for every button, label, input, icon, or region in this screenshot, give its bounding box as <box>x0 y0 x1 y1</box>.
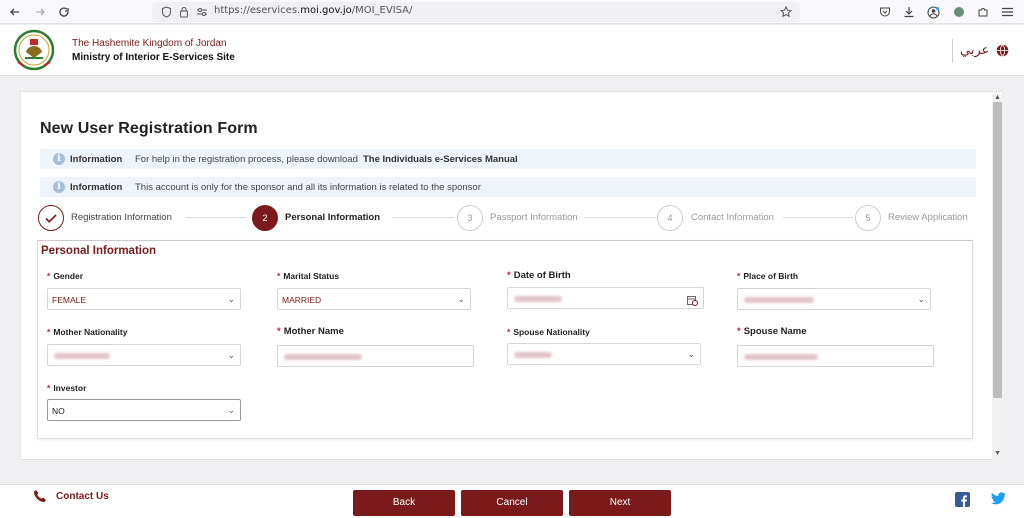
divider <box>952 39 953 63</box>
account-icon[interactable] <box>925 4 941 20</box>
browser-toolbar: https://eservices.moi.gov.jo/MOI_EVISA/ <box>0 0 1024 24</box>
step-label[interactable]: Passport Information <box>490 212 578 223</box>
marital-status-select[interactable]: MARRIED ⌄ <box>277 288 471 310</box>
site-header: The Hashemite Kingdom of Jordan Ministry… <box>0 25 1024 76</box>
chevron-down-icon: ⌄ <box>687 349 695 359</box>
info-label: Information <box>70 182 123 193</box>
marital-status-label: * Marital Status <box>277 271 340 281</box>
pocket-icon[interactable] <box>877 4 893 20</box>
redacted-value <box>514 296 562 302</box>
spouse-name-input[interactable] <box>737 345 934 367</box>
step-label[interactable]: Review Application <box>888 212 968 223</box>
info-icon: i <box>53 153 65 165</box>
place-of-birth-label: * Place of Birth <box>737 271 799 281</box>
lock-icon[interactable] <box>176 4 192 20</box>
scroll-down-icon[interactable]: ▼ <box>993 450 1002 458</box>
url-bar[interactable]: https://eservices.moi.gov.jo/MOI_EVISA/ <box>152 2 800 22</box>
page-title: New User Registration Form <box>40 120 258 137</box>
step-connector <box>783 217 853 218</box>
spouse-nationality-label: * Spouse Nationality <box>507 327 590 337</box>
info-text: This account is only for the sponsor and… <box>135 182 481 193</box>
manual-download-link[interactable]: The Individuals e-Services Manual <box>363 154 518 165</box>
investor-select[interactable]: NO ⌄ <box>47 399 241 421</box>
step-connector <box>584 217 656 218</box>
marital-status-value: MARRIED <box>282 295 322 305</box>
place-of-birth-select[interactable]: ⌄ <box>737 288 931 310</box>
phone-icon[interactable] <box>33 489 47 503</box>
cancel-button[interactable]: Cancel <box>461 490 563 516</box>
step-connector <box>186 217 246 218</box>
chevron-down-icon: ⌄ <box>917 294 925 304</box>
shield-icon[interactable] <box>158 4 174 20</box>
chevron-down-icon: ⌄ <box>227 294 235 304</box>
ministry-title: Ministry of Interior E-Services Site <box>72 52 235 63</box>
redacted-value <box>744 297 814 303</box>
gender-value: FEMALE <box>52 295 87 305</box>
twitter-icon[interactable] <box>991 492 1006 507</box>
jordan-emblem-icon <box>11 28 57 72</box>
back-button[interactable]: Back <box>353 490 455 516</box>
gender-label: * Gender <box>47 271 84 281</box>
info-text: For help in the registration process, pl… <box>135 154 358 165</box>
chevron-down-icon: ⌄ <box>457 294 465 304</box>
redacted-value <box>744 354 818 360</box>
step-label[interactable]: Contact Information <box>691 212 774 223</box>
step-5-number[interactable]: 5 <box>855 205 881 231</box>
step-4-number[interactable]: 4 <box>657 205 683 231</box>
redacted-value <box>284 354 362 360</box>
step-label[interactable]: Personal Information <box>285 212 380 223</box>
globe-icon[interactable] <box>996 44 1009 57</box>
spouse-nationality-select[interactable]: ⌄ <box>507 343 701 365</box>
mother-nationality-select[interactable]: ⌄ <box>47 344 241 366</box>
redacted-value <box>54 353 110 359</box>
step-1-check[interactable] <box>38 205 64 231</box>
calendar-icon[interactable] <box>687 293 698 306</box>
investor-label: * Investor <box>47 383 87 393</box>
next-button[interactable]: Next <box>569 490 671 516</box>
kingdom-title: The Hashemite Kingdom of Jordan <box>72 38 227 49</box>
scrollbar-thumb[interactable] <box>993 102 1002 398</box>
extensions-icon[interactable] <box>975 4 991 20</box>
step-connector <box>392 217 454 218</box>
step-2-number[interactable]: 2 <box>252 205 278 231</box>
scrollbar[interactable]: ▲ ▼ <box>992 94 1003 460</box>
investor-value: NO <box>52 406 65 416</box>
date-of-birth-field[interactable] <box>507 287 704 309</box>
scroll-up-icon[interactable]: ▲ <box>993 94 1002 102</box>
section-title: Personal Information <box>41 245 157 257</box>
mother-nationality-label: * Mother Nationality <box>47 327 128 337</box>
download-icon[interactable] <box>901 4 917 20</box>
menu-icon[interactable] <box>999 4 1015 20</box>
check-icon <box>45 214 57 223</box>
date-of-birth-label: * Date of Birth <box>507 270 571 281</box>
forward-arrow-icon[interactable] <box>31 3 49 21</box>
language-switch[interactable]: عربي <box>960 42 989 58</box>
bookmark-star-icon[interactable] <box>778 4 794 20</box>
mother-name-input[interactable] <box>277 345 474 367</box>
step-3-number[interactable]: 3 <box>457 205 483 231</box>
step-label[interactable]: Registration Information <box>71 212 172 223</box>
contact-us-link[interactable]: Contact Us <box>56 491 109 502</box>
info-label: Information <box>70 154 123 165</box>
info-icon: i <box>53 181 65 193</box>
info-bar-sponsor: i Information This account is only for t… <box>40 177 976 197</box>
url-text: https://eservices.moi.gov.jo/MOI_EVISA/ <box>214 5 413 16</box>
permissions-icon[interactable] <box>194 4 210 20</box>
facebook-icon[interactable] <box>955 492 970 507</box>
back-arrow-icon[interactable] <box>6 3 24 21</box>
info-bar-help: i Information For help in the registrati… <box>40 149 976 169</box>
gender-select[interactable]: FEMALE ⌄ <box>47 288 241 310</box>
chevron-down-icon: ⌄ <box>227 350 235 360</box>
spouse-name-label: * Spouse Name <box>737 326 807 337</box>
extension-avatar-icon[interactable] <box>951 4 967 20</box>
chevron-down-icon: ⌄ <box>227 405 235 415</box>
mother-name-label: * Mother Name <box>277 326 344 337</box>
redacted-value <box>514 352 552 358</box>
reload-icon[interactable] <box>55 3 73 21</box>
